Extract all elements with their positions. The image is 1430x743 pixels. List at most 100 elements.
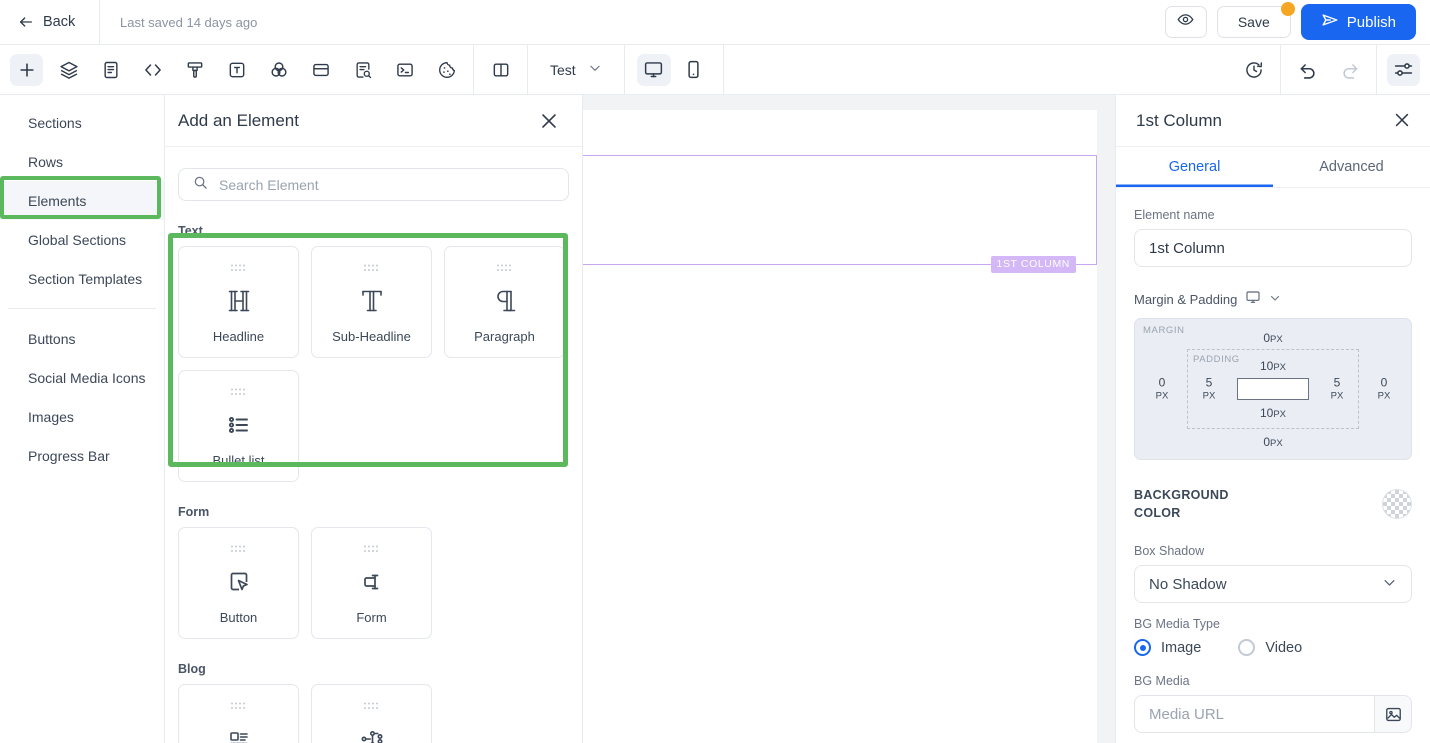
padding-right-value[interactable]: 5 PX: [1324, 376, 1350, 403]
margin-top-value[interactable]: 0PX: [1135, 331, 1411, 345]
drag-grip-icon[interactable]: [230, 260, 248, 272]
chevron-down-icon[interactable]: [1269, 291, 1281, 309]
search-element-box[interactable]: [178, 168, 569, 201]
terminal-icon[interactable]: [388, 54, 421, 86]
sidebar-item-social-media-icons[interactable]: Social Media Icons: [0, 358, 164, 397]
sidebar-item-section-templates[interactable]: Section Templates: [0, 259, 164, 298]
text-box-icon[interactable]: [220, 54, 253, 86]
element-card-headline[interactable]: Headline: [178, 246, 299, 358]
save-button[interactable]: Save: [1216, 2, 1295, 38]
background-color-label-line2: COLOR: [1134, 506, 1181, 521]
margin-left-value[interactable]: 0 PX: [1147, 376, 1177, 403]
radio-image[interactable]: [1134, 639, 1151, 657]
preview-button[interactable]: [1164, 6, 1207, 38]
drag-grip-icon[interactable]: [363, 260, 381, 272]
desktop-icon[interactable]: [636, 53, 671, 86]
bg-media-type-label: BG Media Type: [1134, 617, 1220, 632]
padding-left-value[interactable]: 5 PX: [1196, 376, 1222, 403]
properties-tabs: General Advanced: [1116, 147, 1430, 188]
element-card-label: Bullet list: [212, 453, 265, 468]
top-bar: Back Last saved 14 days ago Save Publish: [0, 0, 1430, 45]
variant-select[interactable]: Test: [528, 45, 624, 95]
content-box: [1237, 378, 1309, 400]
settings-group: [1377, 53, 1430, 86]
element-card-label: Paragraph: [474, 329, 535, 344]
split-panel-icon[interactable]: [484, 54, 517, 86]
last-saved-text: Last saved 14 days ago: [120, 14, 258, 30]
sidebar-item-progress-bar[interactable]: Progress Bar: [0, 436, 164, 475]
drag-grip-icon[interactable]: [363, 698, 381, 710]
tab-label: Advanced: [1319, 159, 1384, 175]
color-blend-icon[interactable]: [262, 54, 295, 86]
padding-top-number: 10: [1259, 359, 1274, 373]
redo-icon[interactable]: [1333, 54, 1366, 86]
element-card-button[interactable]: Button: [178, 527, 299, 639]
desktop-icon[interactable]: [1245, 289, 1261, 310]
drag-grip-icon[interactable]: [230, 698, 248, 710]
close-icon[interactable]: [538, 110, 560, 132]
element-card-category[interactable]: Category: [311, 684, 432, 743]
code-icon[interactable]: [136, 54, 169, 86]
element-card-paragraph[interactable]: Paragraph: [444, 246, 565, 358]
padding-bottom-value[interactable]: 10PX: [1188, 406, 1358, 420]
publish-button[interactable]: Publish: [1300, 4, 1416, 40]
paint-brush-icon[interactable]: [178, 54, 211, 86]
sidebar-item-elements[interactable]: Elements: [0, 181, 164, 220]
properties-panel-header: 1st Column: [1116, 95, 1430, 147]
element-name-field[interactable]: 1st Column: [1134, 229, 1412, 267]
element-card-bullet-list[interactable]: Bullet list: [178, 370, 299, 482]
margin-right-unit: PX: [1377, 390, 1391, 402]
drag-grip-icon[interactable]: [230, 541, 248, 553]
sidebar-item-label: Global Sections: [28, 231, 127, 248]
element-card-form[interactable]: Form: [311, 527, 432, 639]
unsaved-changes-badge: [1280, 2, 1295, 16]
bg-media-input[interactable]: Media URL: [1134, 695, 1374, 734]
mobile-icon[interactable]: [677, 54, 711, 86]
close-icon[interactable]: [1392, 110, 1414, 132]
add-icon[interactable]: [10, 53, 43, 86]
sidebar-item-images[interactable]: Images: [0, 397, 164, 436]
sidebar-item-rows[interactable]: Rows: [0, 142, 164, 181]
category-label-blog: Blog: [178, 662, 206, 676]
undo-icon[interactable]: [1291, 54, 1324, 86]
cookie-icon[interactable]: [430, 54, 463, 86]
drag-grip-icon[interactable]: [496, 260, 514, 272]
background-color-row: BACKGROUND COLOR: [1134, 486, 1412, 522]
undo-redo-group: [1281, 54, 1376, 86]
element-card-sub-headline[interactable]: Sub-Headline: [311, 246, 432, 358]
eye-icon: [1177, 11, 1194, 33]
margin-top-unit: PX: [1270, 334, 1283, 345]
search-input[interactable]: [219, 176, 554, 193]
background-color-swatch[interactable]: [1382, 489, 1412, 520]
box-shadow-select[interactable]: No Shadow: [1134, 565, 1412, 604]
sidebar-item-buttons[interactable]: Buttons: [0, 319, 164, 358]
page-icon[interactable]: [94, 54, 127, 86]
margin-right-value[interactable]: 0 PX: [1369, 376, 1399, 403]
sidebar-item-global-sections[interactable]: Global Sections: [0, 220, 164, 259]
drag-grip-icon[interactable]: [363, 541, 381, 553]
card-icon[interactable]: [304, 54, 337, 86]
drag-grip-icon[interactable]: [230, 384, 248, 396]
element-card-blog-posts[interactable]: Blog Posts: [178, 684, 299, 743]
sidebar-item-sections[interactable]: Sections: [0, 103, 164, 142]
image-picker-icon[interactable]: [1374, 695, 1412, 734]
margin-right-number: 0: [1380, 375, 1388, 390]
margin-padding-box-model[interactable]: MARGIN 0PX 0PX 0 PX 0 PX PADDING 10PX 10…: [1134, 318, 1412, 460]
seo-document-icon[interactable]: [346, 54, 379, 86]
layout-tools: [474, 54, 527, 86]
sidebar-item-label: Buttons: [28, 330, 76, 347]
padding-top-value[interactable]: 10PX: [1188, 359, 1358, 373]
radio-video[interactable]: [1238, 639, 1256, 657]
history-icon[interactable]: [1237, 54, 1270, 86]
button-cursor-icon: [227, 553, 251, 610]
margin-bottom-value[interactable]: 0PX: [1135, 435, 1411, 449]
paragraph-pilcrow-icon: [493, 272, 517, 329]
layers-icon[interactable]: [52, 54, 85, 86]
canvas-page-surface[interactable]: 1ST COLUMN: [583, 110, 1097, 743]
back-button[interactable]: Back: [0, 0, 100, 45]
tab-general[interactable]: General: [1116, 147, 1273, 187]
canvas-column-1st[interactable]: 1ST COLUMN: [583, 155, 1097, 273]
sliders-icon[interactable]: [1387, 53, 1420, 86]
page-canvas[interactable]: 1ST COLUMN: [583, 95, 1115, 743]
tab-advanced[interactable]: Advanced: [1273, 147, 1430, 187]
